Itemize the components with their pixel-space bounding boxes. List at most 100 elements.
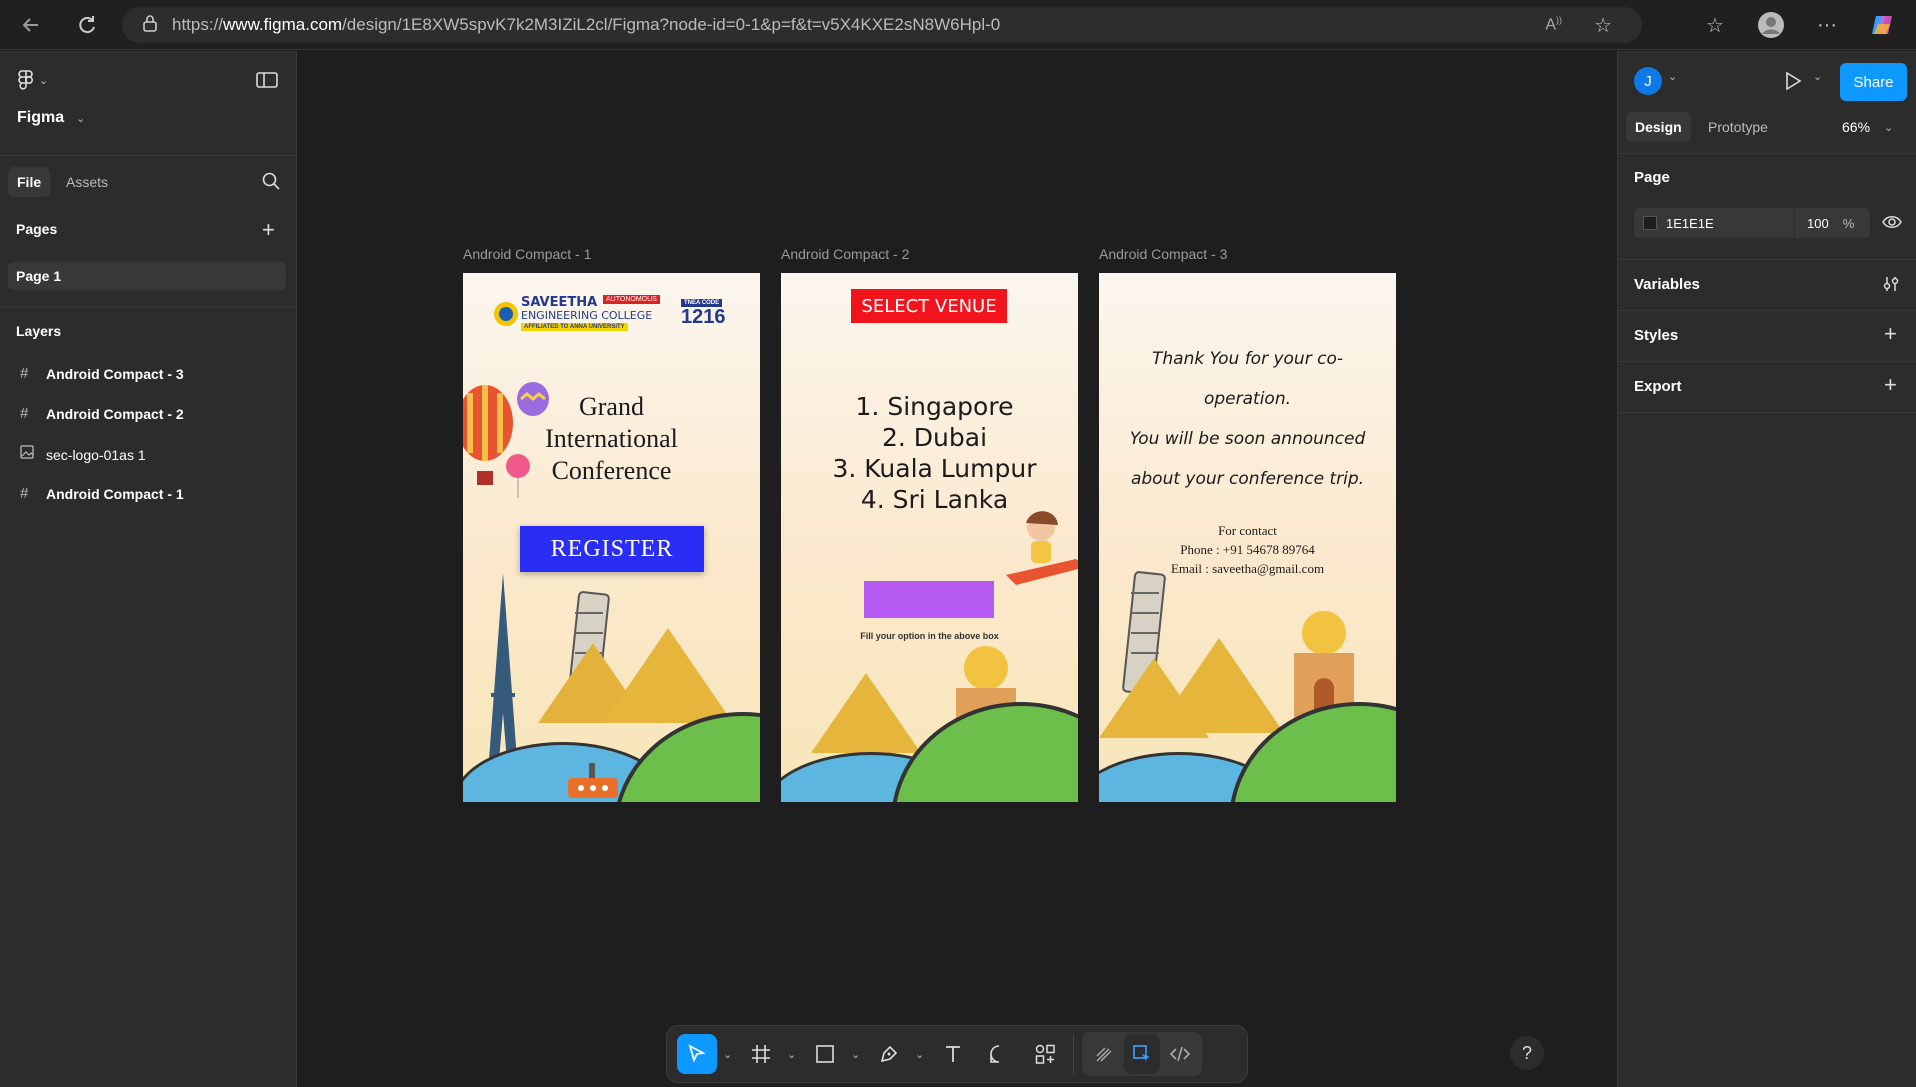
styles-heading: Styles (1634, 327, 1679, 344)
text-tool-button[interactable] (933, 1034, 973, 1074)
present-play-icon[interactable] (1784, 71, 1802, 96)
tab-design-label: Design (1635, 119, 1682, 135)
pen-tool-button[interactable] (869, 1034, 909, 1074)
copilot-icon[interactable] (1866, 8, 1900, 42)
add-export-icon[interactable]: + (1884, 372, 1897, 398)
read-aloud-icon[interactable]: A)) (1545, 15, 1562, 34)
dev-mode-button[interactable] (1162, 1034, 1198, 1074)
browser-toolbar: https://www.figma.com/design/1E8XW5spvK7… (0, 0, 1916, 50)
more-options-icon[interactable]: ··· (1810, 8, 1844, 42)
variables-settings-icon[interactable] (1882, 275, 1900, 298)
color-swatch[interactable] (1643, 216, 1657, 230)
draw-mode-button[interactable] (1086, 1034, 1122, 1074)
zoom-value: 66% (1842, 119, 1871, 135)
venue-list: 1. Singapore 2. Dubai 3. Kuala Lumpur 4.… (781, 391, 1078, 515)
favorite-star-icon[interactable]: ☆ (1594, 13, 1612, 38)
frame-android-compact-1[interactable]: SAVEETHA AUTONOMOUS ENGINEERING COLLEGE … (463, 273, 760, 802)
tab-assets-label: Assets (66, 174, 109, 190)
venue-item: 1. Singapore (855, 392, 1014, 421)
tab-prototype-label: Prototype (1708, 119, 1768, 135)
tab-prototype[interactable]: Prototype (1708, 112, 1768, 142)
chevron-down-icon[interactable]: ⌄ (851, 1048, 863, 1061)
tab-design[interactable]: Design (1626, 112, 1691, 142)
toolbar-divider (1073, 1034, 1074, 1074)
chevron-down-icon[interactable]: ⌄ (787, 1048, 799, 1061)
address-bar[interactable]: https://www.figma.com/design/1E8XW5spvK7… (122, 7, 1642, 43)
search-icon[interactable] (262, 172, 280, 195)
toggle-sidebar-icon[interactable] (256, 72, 278, 93)
title-line: Conference (551, 456, 672, 485)
conference-title: Grand International Conference (463, 391, 760, 487)
comment-tool-button[interactable] (979, 1034, 1019, 1074)
frame-android-compact-2[interactable]: SELECT VENUE 1. Singapore 2. Dubai 3. Ku… (781, 273, 1078, 802)
image-icon (20, 445, 46, 464)
add-style-icon[interactable]: + (1884, 321, 1897, 347)
option-hint: Fill your option in the above box (860, 631, 999, 641)
help-button[interactable]: ? (1510, 1036, 1544, 1070)
actions-tool-button[interactable] (1025, 1034, 1065, 1074)
chevron-down-icon: ⌄ (1884, 121, 1894, 134)
tab-assets[interactable]: Assets (66, 167, 108, 197)
layer-name: Android Compact - 2 (46, 405, 184, 422)
bg-color-value: 1E1E1E (1666, 215, 1714, 231)
chevron-down-icon[interactable]: ⌄ (723, 1048, 735, 1061)
layer-row[interactable]: # Android Compact - 2 (20, 405, 317, 422)
share-button[interactable]: Share (1840, 63, 1907, 101)
design-canvas[interactable]: Android Compact - 1 SAVEETHA AUTONOMOUS … (297, 51, 1617, 1087)
chevron-down-icon: ⌄ (39, 74, 49, 87)
option-input-box[interactable] (864, 581, 994, 618)
layer-name: Android Compact - 3 (46, 365, 184, 382)
divider (1618, 361, 1916, 362)
register-button[interactable]: REGISTER (520, 526, 704, 572)
back-icon[interactable] (14, 8, 48, 42)
design-mode-button[interactable] (1124, 1034, 1160, 1074)
layer-row[interactable]: sec-logo-01as 1 (20, 445, 317, 464)
profile-avatar-icon[interactable] (1754, 8, 1788, 42)
divider (0, 155, 297, 156)
shape-tool-button[interactable] (805, 1034, 845, 1074)
girl-on-pencil-icon (1006, 511, 1078, 585)
move-tool-button[interactable] (677, 1034, 717, 1074)
page-item[interactable]: Page 1 (8, 262, 286, 290)
pyramid-shape (811, 673, 921, 753)
frame-tool-button[interactable] (741, 1034, 781, 1074)
select-venue-header: SELECT VENUE (851, 289, 1007, 323)
logo-badge: AUTONOMOUS (603, 295, 660, 304)
reload-icon[interactable] (70, 8, 104, 42)
mode-switcher (1082, 1032, 1202, 1076)
divider (0, 306, 297, 307)
add-page-icon[interactable]: + (262, 219, 275, 241)
message-line: about your conference trip. (1130, 469, 1365, 489)
frame-label[interactable]: Android Compact - 3 (1099, 246, 1227, 262)
favorites-icon[interactable]: ☆ (1698, 8, 1732, 42)
file-name-dropdown[interactable]: Figma ⌄ (17, 109, 314, 127)
layer-row[interactable]: # Android Compact - 1 (20, 485, 317, 502)
lock-icon (142, 14, 158, 37)
divider (1618, 310, 1916, 311)
chevron-down-icon[interactable]: ⌄ (1668, 70, 1680, 83)
frame-icon: # (20, 485, 29, 502)
design-mode-icon (1133, 1045, 1150, 1061)
divider (1618, 412, 1916, 413)
frame-label[interactable]: Android Compact - 1 (463, 246, 591, 262)
export-heading: Export (1634, 378, 1682, 395)
message-line: Thank You for your co- (1152, 349, 1343, 369)
tab-file-label: File (17, 174, 42, 190)
visibility-eye-icon[interactable] (1882, 214, 1902, 235)
zoom-dropdown[interactable]: 66% ⌄ (1842, 112, 1896, 142)
frame-label[interactable]: Android Compact - 2 (781, 246, 909, 262)
layer-row[interactable]: # Android Compact - 3 (20, 365, 317, 382)
page-section-heading: Page (1634, 169, 1670, 186)
background-color-field[interactable]: 1E1E1E 100 % (1634, 208, 1870, 238)
divider (1618, 259, 1916, 260)
bg-opacity-value: 100 (1807, 215, 1829, 231)
page-item-label: Page 1 (16, 268, 62, 284)
code-value: 1216 (681, 306, 726, 328)
chevron-down-icon: ⌄ (76, 112, 86, 125)
frame-android-compact-3[interactable]: Thank You for your co- operation. You wi… (1099, 273, 1396, 802)
tab-file[interactable]: File (8, 167, 51, 197)
user-avatar[interactable]: J (1634, 67, 1662, 95)
frame-icon: # (20, 405, 29, 422)
chevron-down-icon[interactable]: ⌄ (1813, 70, 1825, 83)
chevron-down-icon[interactable]: ⌄ (915, 1048, 927, 1061)
